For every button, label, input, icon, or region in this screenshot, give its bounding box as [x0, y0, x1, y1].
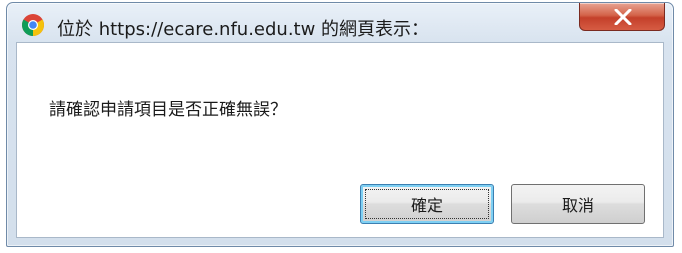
close-icon: [614, 9, 632, 25]
dialog-body: 請確認申請項目是否正確無誤？ 確定 取消: [16, 42, 664, 238]
close-button[interactable]: [579, 3, 665, 31]
cancel-button[interactable]: 取消: [511, 184, 645, 224]
dialog-titlebar[interactable]: 位於 https://ecare.nfu.edu.tw 的網頁表示：: [7, 3, 673, 43]
chrome-icon: [21, 13, 45, 37]
cancel-button-label: 取消: [561, 196, 594, 215]
dialog-message: 請確認申請項目是否正確無誤？: [49, 100, 287, 120]
ok-button[interactable]: 確定: [360, 184, 494, 224]
dialog-title: 位於 https://ecare.nfu.edu.tw 的網頁表示：: [57, 19, 430, 40]
ok-button-label: 確定: [410, 196, 443, 215]
alert-dialog: 位於 https://ecare.nfu.edu.tw 的網頁表示： 請確認申請…: [6, 2, 674, 247]
